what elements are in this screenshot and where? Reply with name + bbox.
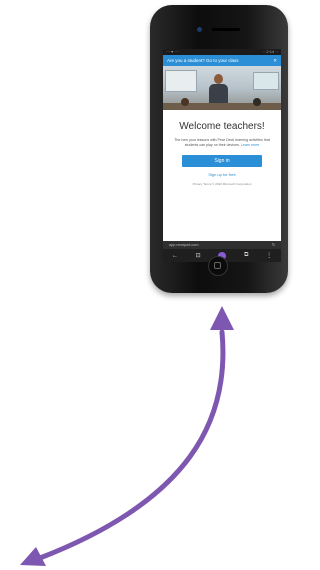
curved-double-arrow-icon	[20, 306, 234, 566]
arrow-head-top	[210, 306, 234, 330]
arrow-curve	[37, 329, 226, 561]
stage: ··· ▾ ·· · ·· 2:14 ·· Are you a student?…	[0, 0, 288, 570]
